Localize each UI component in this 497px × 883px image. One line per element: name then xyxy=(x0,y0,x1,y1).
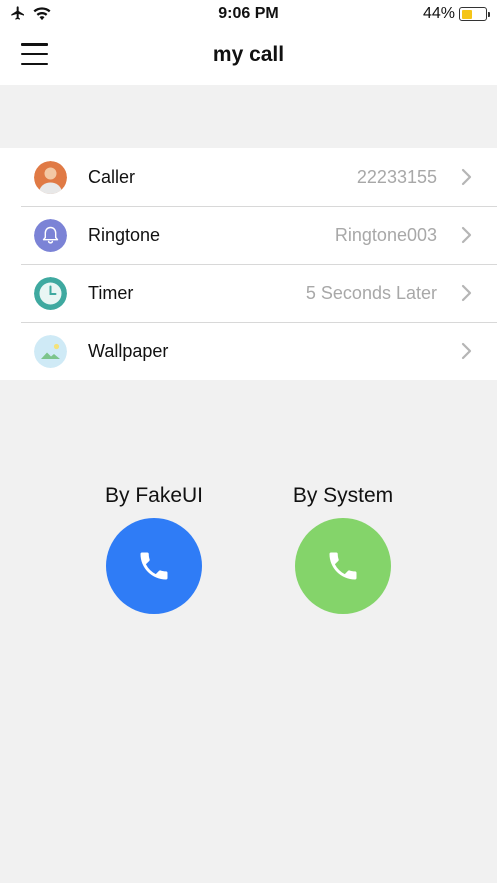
settings-row-wallpaper[interactable]: Wallpaper xyxy=(0,322,497,380)
phone-icon xyxy=(329,552,357,580)
row-value: 22233155 xyxy=(356,166,437,187)
call-option-system: By System xyxy=(283,482,403,614)
clock-icon xyxy=(34,277,67,310)
bell-icon xyxy=(34,219,67,252)
row-label: Caller xyxy=(88,166,136,187)
call-label: By System xyxy=(292,484,394,507)
chevron-right-icon xyxy=(461,226,472,244)
wallpaper-image-icon xyxy=(34,335,67,368)
settings-row-timer[interactable]: Timer 5 Seconds Later xyxy=(0,264,497,322)
chevron-right-icon xyxy=(461,284,472,302)
settings-row-ringtone[interactable]: Ringtone Ringtone003 xyxy=(0,206,497,264)
page-title: my call xyxy=(212,43,285,66)
call-by-system-button[interactable] xyxy=(295,518,391,614)
row-label: Ringtone xyxy=(88,224,161,245)
call-label: By FakeUI xyxy=(104,484,204,507)
nav-bar: my call xyxy=(0,30,497,85)
settings-list: Caller 22233155 Ringtone Ringtone003 Tim… xyxy=(0,148,497,380)
row-label: Timer xyxy=(88,282,134,303)
status-right: 44% xyxy=(422,5,490,23)
call-option-fakeui: By FakeUI xyxy=(94,482,214,614)
row-value: Ringtone003 xyxy=(334,224,437,245)
row-label: Wallpaper xyxy=(88,340,169,361)
settings-row-caller[interactable]: Caller 22233155 xyxy=(0,148,497,206)
row-value: 5 Seconds Later xyxy=(305,282,437,303)
call-by-fakeui-button[interactable] xyxy=(106,518,202,614)
caller-avatar-icon xyxy=(34,161,67,194)
chevron-right-icon xyxy=(461,168,472,186)
phone-icon xyxy=(140,552,168,580)
status-bar: 9:06 PM 44% xyxy=(0,0,497,30)
battery-icon xyxy=(459,7,490,21)
chevron-right-icon xyxy=(461,342,472,360)
battery-level-fill xyxy=(461,9,472,19)
battery-percent: 44% xyxy=(422,5,455,22)
